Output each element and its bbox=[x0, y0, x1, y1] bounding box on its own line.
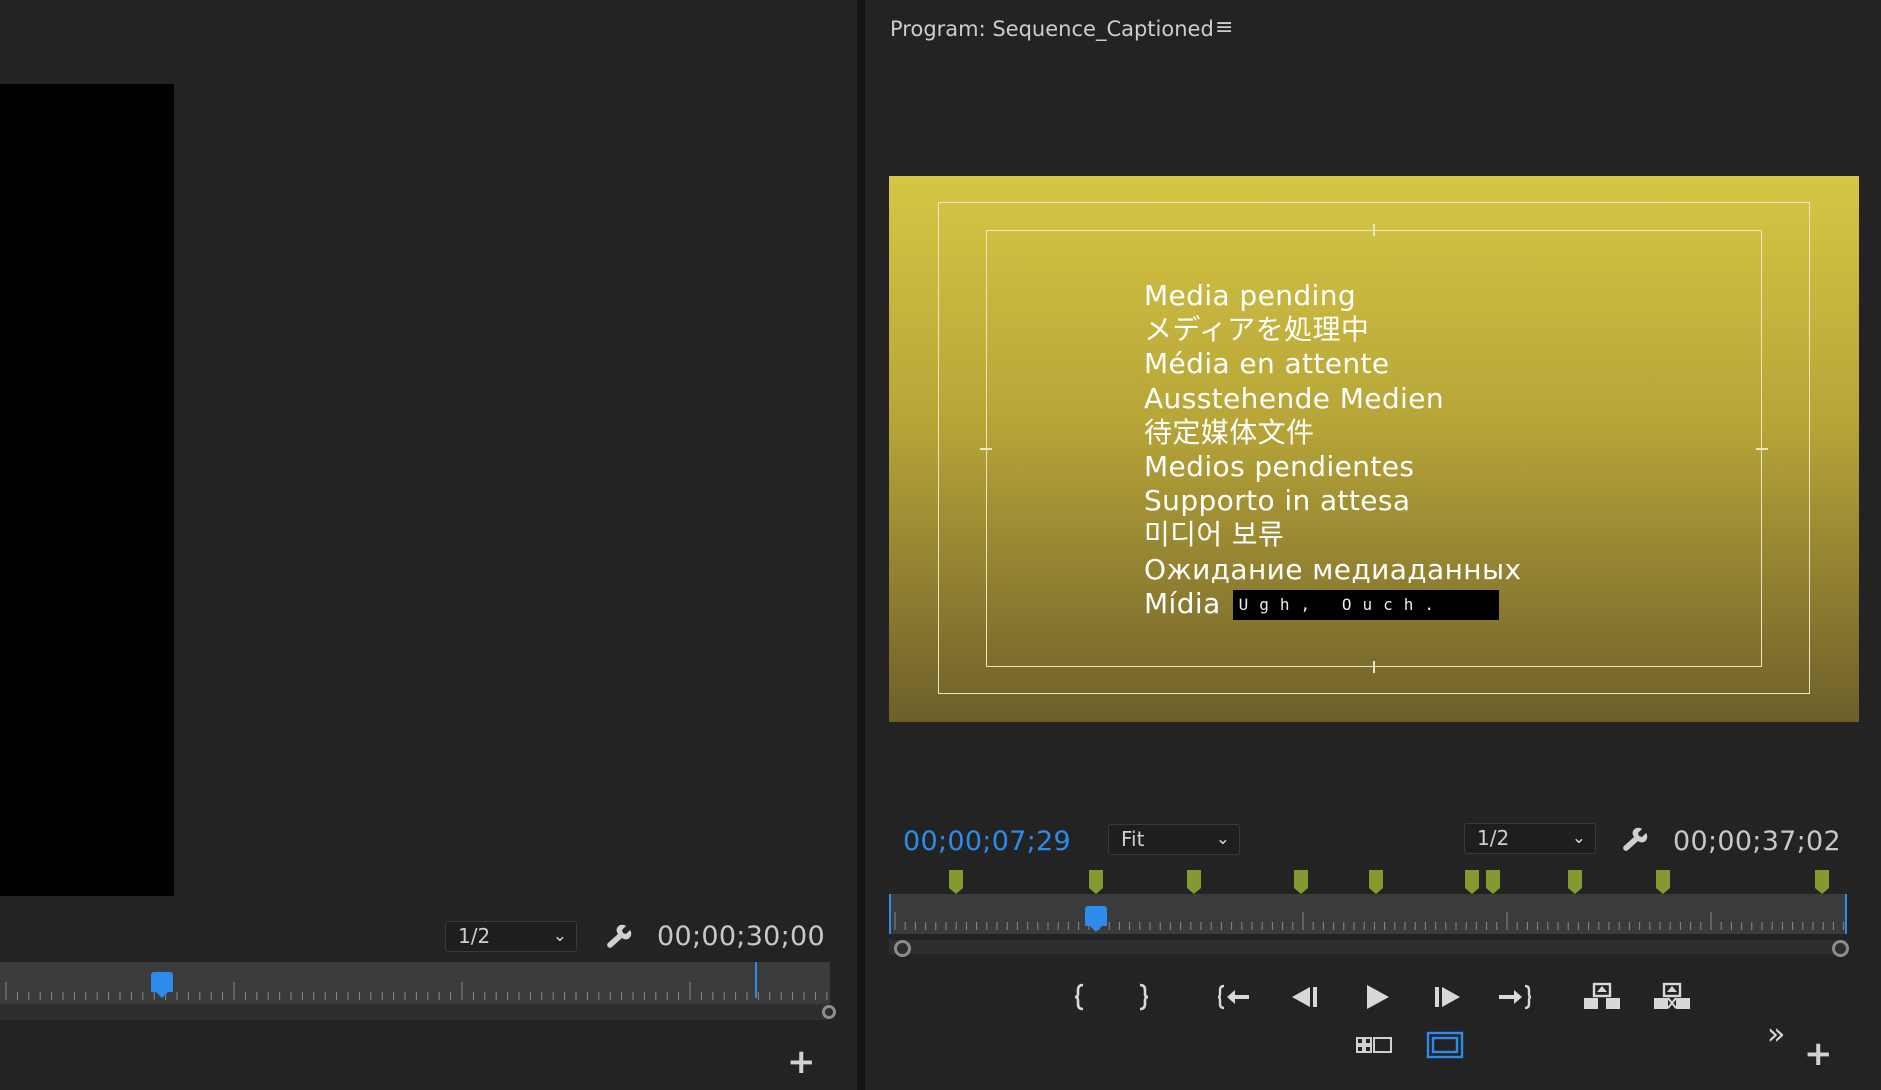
program-monitor-title[interactable]: Program: Sequence_Captioned bbox=[890, 17, 1214, 41]
lift-icon bbox=[1584, 982, 1620, 1009]
sequence-marker[interactable] bbox=[1656, 870, 1671, 894]
marker-track bbox=[889, 868, 1847, 894]
source-zoom-handle[interactable] bbox=[822, 1005, 836, 1019]
program-zoom-handle-left[interactable] bbox=[894, 940, 911, 957]
go-to-in-icon bbox=[1217, 984, 1249, 1010]
wrench-icon[interactable] bbox=[1619, 823, 1649, 857]
program-zoom-dropdown[interactable]: Fit ⌄ bbox=[1108, 824, 1240, 855]
program-out-bracket bbox=[1845, 894, 1847, 934]
program-duration-timecode: 00;00;37;02 bbox=[1673, 826, 1842, 857]
program-time-ruler[interactable] bbox=[889, 894, 1847, 934]
safe-tick-right bbox=[1756, 448, 1768, 450]
mark-in-button[interactable] bbox=[1071, 982, 1091, 1012]
sequence-marker[interactable] bbox=[1088, 870, 1103, 894]
caption-line: Medios pendientes bbox=[1144, 449, 1415, 483]
source-ruler-ticks bbox=[5, 982, 828, 1000]
source-add-button[interactable]: + bbox=[787, 1045, 816, 1079]
sequence-marker[interactable] bbox=[1567, 870, 1582, 894]
caption-line: 待定媒体文件 bbox=[1144, 415, 1315, 449]
caption-text-block: Media pending メディアを処理中 Média en attente … bbox=[1144, 279, 1521, 621]
sequence-marker[interactable] bbox=[949, 870, 964, 894]
sequence-marker[interactable] bbox=[1186, 870, 1201, 894]
safe-tick-bottom bbox=[1373, 661, 1375, 673]
chevron-down-icon: ⌄ bbox=[1215, 829, 1230, 849]
caption-line: Supporto in attesa bbox=[1144, 484, 1411, 518]
program-video-frame[interactable]: Media pending メディアを処理中 Média en attente … bbox=[889, 176, 1859, 722]
safe-tick-left bbox=[980, 448, 992, 450]
source-playhead[interactable] bbox=[151, 972, 174, 998]
program-resolution-dropdown[interactable]: 1/2 ⌄ bbox=[1464, 823, 1596, 854]
source-duration-timecode: 00;00;30;00 bbox=[657, 921, 826, 952]
program-ruler-ticks bbox=[894, 912, 1845, 930]
step-back-icon bbox=[1292, 987, 1317, 1007]
chevron-down-icon: ⌄ bbox=[552, 926, 567, 946]
program-monitor-panel: Program: Sequence_Captioned ≡ Media pend… bbox=[865, 0, 1881, 1090]
caption-line: Ожидание медиаданных bbox=[1144, 552, 1522, 586]
program-zoom-bar[interactable] bbox=[889, 940, 1847, 954]
play-button[interactable] bbox=[1362, 982, 1392, 1012]
step-forward-icon bbox=[1435, 987, 1460, 1007]
safe-tick-top bbox=[1373, 224, 1375, 236]
extract-icon bbox=[1654, 982, 1690, 1009]
source-zoom-bar[interactable] bbox=[0, 1004, 830, 1020]
go-to-out-icon bbox=[1499, 984, 1532, 1010]
source-resolution-dropdown[interactable]: 1/2 ⌄ bbox=[445, 921, 577, 952]
go-to-in-button[interactable] bbox=[1217, 982, 1251, 1012]
source-video-frame[interactable] bbox=[0, 84, 174, 896]
caption-line: Média en attente bbox=[1144, 347, 1390, 381]
program-in-bracket bbox=[889, 894, 891, 934]
source-end-marker bbox=[755, 962, 757, 998]
sequence-marker[interactable] bbox=[1293, 870, 1308, 894]
sequence-marker[interactable] bbox=[1485, 870, 1500, 894]
program-resolution-value: 1/2 bbox=[1477, 826, 1510, 850]
source-resolution-value: 1/2 bbox=[458, 924, 491, 948]
caption-line: メディアを処理中 bbox=[1144, 313, 1370, 347]
wrench-icon[interactable] bbox=[603, 920, 633, 954]
overflow-button[interactable]: » bbox=[1767, 1020, 1785, 1050]
caption-line: Mídia bbox=[1144, 586, 1221, 620]
source-time-ruler[interactable] bbox=[0, 962, 830, 1004]
mark-out-icon bbox=[1139, 983, 1149, 1011]
caption-line: Ausstehende Medien bbox=[1144, 381, 1445, 415]
chevron-down-icon: ⌄ bbox=[1571, 828, 1586, 848]
sequence-marker[interactable] bbox=[1465, 870, 1480, 894]
panel-menu-icon[interactable]: ≡ bbox=[1215, 15, 1233, 40]
program-zoom-value: Fit bbox=[1121, 827, 1145, 851]
go-to-out-button[interactable] bbox=[1498, 982, 1532, 1012]
caption-box[interactable]: Ugh, Ouch. bbox=[1232, 589, 1499, 620]
multicam-icon bbox=[1356, 1037, 1392, 1053]
play-icon bbox=[1367, 985, 1389, 1009]
program-playhead[interactable] bbox=[1084, 906, 1107, 932]
caption-line: 미디어 보류 bbox=[1144, 518, 1285, 552]
program-current-timecode[interactable]: 00;00;07;29 bbox=[903, 826, 1071, 857]
lift-button[interactable] bbox=[1582, 980, 1622, 1012]
panel-divider[interactable] bbox=[857, 0, 865, 1090]
caption-line-last: Mídia Ugh, Ouch. bbox=[1144, 587, 1521, 621]
program-add-button[interactable]: + bbox=[1804, 1037, 1833, 1071]
step-back-button[interactable] bbox=[1290, 982, 1320, 1012]
sequence-marker[interactable] bbox=[1368, 870, 1383, 894]
caption-line: Media pending bbox=[1144, 279, 1357, 312]
mark-out-button[interactable] bbox=[1134, 982, 1154, 1012]
mark-in-icon bbox=[1074, 983, 1084, 1011]
step-forward-button[interactable] bbox=[1432, 982, 1462, 1012]
source-monitor-panel: 1/2 ⌄ 00;00;30;00 + bbox=[0, 0, 857, 1090]
multi-camera-view-button[interactable] bbox=[1355, 1033, 1393, 1057]
extract-button[interactable] bbox=[1652, 980, 1692, 1012]
sequence-marker[interactable] bbox=[1815, 870, 1830, 894]
comparison-view-icon bbox=[1426, 1031, 1464, 1059]
comparison-view-button[interactable] bbox=[1426, 1031, 1464, 1059]
program-zoom-handle-right[interactable] bbox=[1832, 940, 1849, 957]
